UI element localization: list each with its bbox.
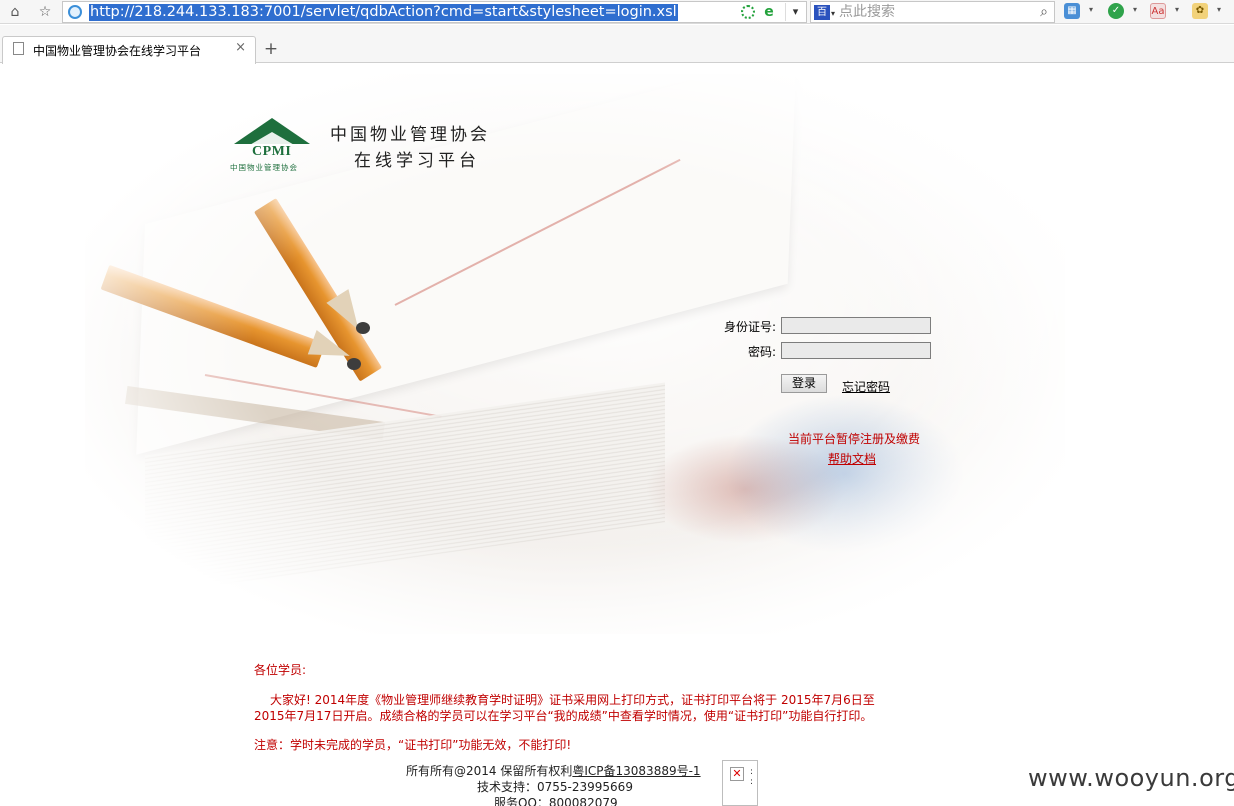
broken-image-badge[interactable]: ✕ :: [722, 760, 758, 806]
chevron-down-icon[interactable]: ▾ [785, 3, 805, 21]
new-tab-button[interactable]: + [260, 39, 282, 61]
browser-toolbar: ⌂ ☆ http://218.244.133.183:7001/servlet/… [0, 0, 1234, 24]
icp-link[interactable]: 粤ICP备13083889号-1 [572, 764, 700, 778]
document-icon [13, 42, 24, 55]
search-engine-icon[interactable]: 百 [814, 5, 830, 20]
chevron-down-icon[interactable]: ▾ [1217, 5, 1221, 14]
close-icon[interactable]: × [235, 40, 246, 55]
watermark: www.wooyun.org [1028, 764, 1234, 792]
footer-support: 技术支持：0755-23995669 [477, 780, 633, 794]
registration-paused-notice: 当前平台暂停注册及缴费 [788, 432, 921, 446]
password-label: 密码: [747, 345, 776, 359]
home-icon[interactable]: ⌂ [4, 2, 26, 22]
globe-icon [68, 5, 82, 19]
notice-paragraph-line1: 大家好! 2014年度《物业管理师继续教育学时证明》证书采用网上打印方式，证书打… [270, 693, 875, 707]
id-number-label: 身份证号: [723, 320, 776, 334]
broken-image-icon: ✕ [730, 767, 744, 781]
page-content: CPMI 中国物业管理协会 中国物业管理协会 在线学习平台 身份证号: 密码: … [0, 64, 1234, 806]
book-pages [145, 382, 665, 596]
star-bookmark-icon[interactable]: ☆ [34, 2, 56, 22]
id-number-input[interactable] [781, 317, 931, 334]
chevron-down-icon[interactable]: ▾ [1089, 5, 1093, 14]
logo-subtitle: 中国物业管理协会 [230, 163, 298, 172]
password-input[interactable] [781, 342, 931, 359]
forgot-password-link[interactable]: 忘记密码 [842, 378, 890, 395]
extension-icon[interactable]: ✿ [1192, 3, 1208, 19]
footer-copyright: 所有所有@2014 保留所有权利粤ICP备13083889号-1 [406, 762, 701, 779]
chevron-down-icon[interactable]: ▾ [1175, 5, 1179, 14]
compat-mode-icon[interactable]: e [761, 4, 777, 20]
apps-icon[interactable]: ▦ [1064, 3, 1080, 19]
browser-tab[interactable]: 中国物业管理协会在线学习平台 × [2, 36, 256, 64]
address-bar[interactable]: http://218.244.133.183:7001/servlet/qdbA… [62, 1, 807, 23]
notice-greeting: 各位学员: [254, 663, 307, 677]
search-icon[interactable]: ⌕ [1040, 4, 1048, 20]
site-name: 中国物业管理协会 [330, 125, 490, 145]
chevron-down-icon[interactable]: ▾ [1133, 5, 1137, 14]
logo-text: CPMI [252, 144, 292, 159]
cpmi-logo: CPMI 中国物业管理协会 [230, 116, 320, 174]
copyright-text: 所有所有@2014 保留所有权利 [406, 764, 573, 778]
pencil-illustration [253, 198, 383, 382]
search-input[interactable] [839, 3, 1029, 21]
pencil-illustration [100, 264, 326, 368]
chevron-down-icon: ▾ [831, 9, 836, 18]
site-subtitle: 在线学习平台 [354, 151, 480, 171]
help-document-link[interactable]: 帮助文档 [828, 450, 876, 467]
url-text[interactable]: http://218.244.133.183:7001/servlet/qdbA… [89, 4, 678, 21]
shield-icon[interactable]: ✓ [1108, 3, 1124, 19]
login-button[interactable]: 登录 [781, 374, 827, 393]
tab-strip: 中国物业管理协会在线学习平台 × + [0, 25, 1234, 64]
notice-paragraph-line2: 2015年7月17日开启。成绩合格的学员可以在学习平台“我的成绩”中查看学时情况… [254, 709, 873, 723]
refresh-icon[interactable] [741, 5, 755, 19]
notice-warning: 注意：学时未完成的学员，“证书打印”功能无效，不能打印! [254, 738, 572, 752]
footer-service-qq: 服务QQ：800082079 [494, 796, 618, 806]
translate-icon[interactable]: Aa [1150, 3, 1166, 19]
tab-title: 中国物业管理协会在线学习平台 [33, 44, 202, 58]
search-box[interactable]: 百 ▾ ⌕ [810, 1, 1055, 23]
